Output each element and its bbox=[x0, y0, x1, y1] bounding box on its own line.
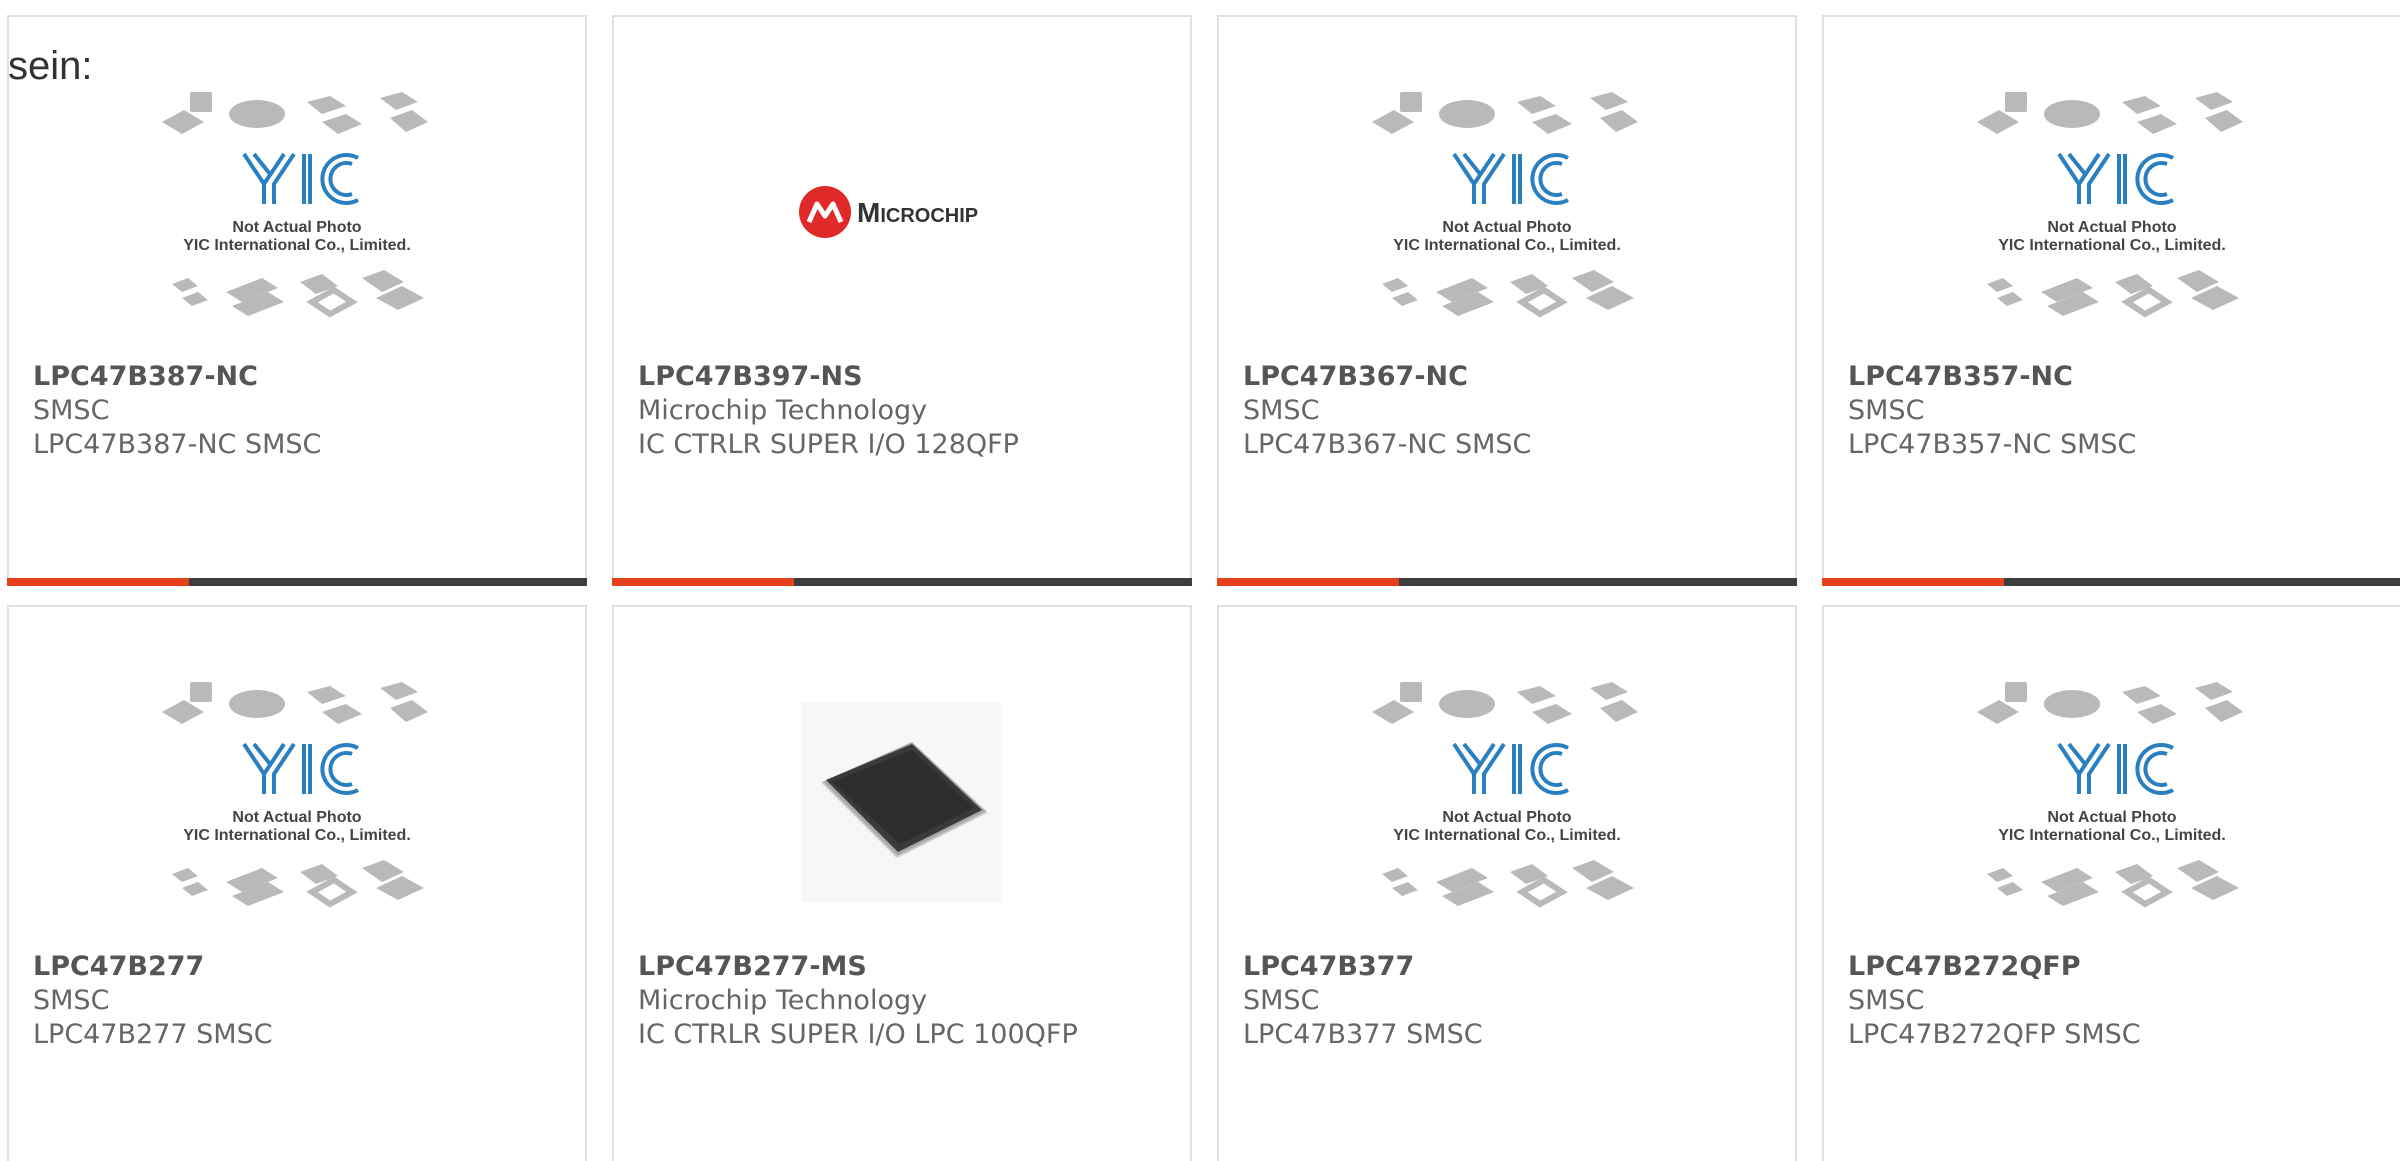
svg-text:YIC International Co., Limited: YIC International Co., Limited. bbox=[1393, 827, 1621, 844]
description: LPC47B272QFP SMSC bbox=[1848, 1019, 2141, 1050]
product-card[interactable]: Not Actual Photo YIC International Co., … bbox=[1822, 605, 2400, 1161]
svg-text:Not Actual Photo: Not Actual Photo bbox=[1442, 809, 1571, 826]
section-heading: sein: bbox=[8, 44, 93, 88]
not-actual-photo-placeholder-icon: Not Actual Photo YIC International Co., … bbox=[1372, 92, 1638, 318]
description: LPC47B377 SMSC bbox=[1243, 1019, 1483, 1050]
product-card[interactable]: Not Actual Photo YIC International Co., … bbox=[7, 605, 587, 1161]
part-number[interactable]: LPC47B277 bbox=[33, 950, 565, 984]
svg-text:Not Actual Photo: Not Actual Photo bbox=[232, 809, 361, 826]
not-actual-photo-placeholder-icon: Not Actual Photo YIC International Co., … bbox=[1372, 682, 1638, 908]
part-number[interactable]: LPC47B272QFP bbox=[1848, 950, 2380, 984]
part-number[interactable]: LPC47B357-NC bbox=[1848, 360, 2380, 394]
product-image[interactable]: Not Actual Photo YIC International Co., … bbox=[1824, 57, 2400, 367]
svg-text:YIC International Co., Limited: YIC International Co., Limited. bbox=[1998, 827, 2226, 844]
product-card[interactable]: LPC47B277-MS Microchip Technology IC CTR… bbox=[612, 605, 1192, 1161]
microchip-logo-icon: Microchip bbox=[799, 186, 978, 238]
product-card[interactable]: Not Actual Photo YIC International Co., … bbox=[1217, 15, 1797, 586]
manufacturer: SMSC bbox=[33, 985, 110, 1016]
svg-text:Not Actual Photo: Not Actual Photo bbox=[232, 219, 361, 236]
product-image[interactable] bbox=[614, 647, 1190, 957]
svg-text:Microchip: Microchip bbox=[857, 197, 978, 228]
card-bottom-bar bbox=[1822, 578, 2400, 586]
qfp-chip-photo-icon bbox=[802, 702, 1002, 902]
description: IC CTRLR SUPER I/O 128QFP bbox=[638, 429, 1019, 460]
description: LPC47B387-NC SMSC bbox=[33, 429, 322, 460]
product-image[interactable]: Microchip bbox=[614, 57, 1190, 367]
product-image[interactable]: Not Actual Photo YIC International Co., … bbox=[9, 57, 585, 367]
product-card[interactable]: Not Actual Photo YIC International Co., … bbox=[1822, 15, 2400, 586]
svg-text:YIC International Co., Limited: YIC International Co., Limited. bbox=[183, 237, 411, 254]
description: LPC47B357-NC SMSC bbox=[1848, 429, 2137, 460]
not-actual-photo-placeholder-icon: Not Actual Photo YIC International Co., … bbox=[1977, 682, 2243, 908]
product-image[interactable]: Not Actual Photo YIC International Co., … bbox=[9, 647, 585, 957]
product-image[interactable]: Not Actual Photo YIC International Co., … bbox=[1219, 647, 1795, 957]
description: LPC47B277 SMSC bbox=[33, 1019, 273, 1050]
manufacturer: SMSC bbox=[33, 395, 110, 426]
svg-text:Not Actual Photo: Not Actual Photo bbox=[2047, 219, 2176, 236]
svg-text:YIC International Co., Limited: YIC International Co., Limited. bbox=[1998, 237, 2226, 254]
manufacturer: SMSC bbox=[1243, 395, 1320, 426]
svg-text:Not Actual Photo: Not Actual Photo bbox=[1442, 219, 1571, 236]
part-number[interactable]: LPC47B387-NC bbox=[33, 360, 565, 394]
manufacturer: SMSC bbox=[1848, 395, 1925, 426]
svg-text:Not Actual Photo: Not Actual Photo bbox=[2047, 809, 2176, 826]
manufacturer: SMSC bbox=[1848, 985, 1925, 1016]
product-card[interactable]: Not Actual Photo YIC International Co., … bbox=[1217, 605, 1797, 1161]
manufacturer: SMSC bbox=[1243, 985, 1320, 1016]
description: IC CTRLR SUPER I/O LPC 100QFP bbox=[638, 1019, 1078, 1050]
card-bottom-bar bbox=[7, 578, 587, 586]
manufacturer: Microchip Technology bbox=[638, 395, 928, 426]
not-actual-photo-placeholder-icon: Not Actual Photo YIC International Co., … bbox=[1977, 92, 2243, 318]
product-grid: Not Actual Photo YIC International Co., … bbox=[7, 15, 2400, 1161]
product-image[interactable]: Not Actual Photo YIC International Co., … bbox=[1219, 57, 1795, 367]
svg-text:YIC International Co., Limited: YIC International Co., Limited. bbox=[183, 827, 411, 844]
product-image[interactable]: Not Actual Photo YIC International Co., … bbox=[1824, 647, 2400, 957]
card-bottom-bar bbox=[612, 578, 1192, 586]
part-number[interactable]: LPC47B377 bbox=[1243, 950, 1775, 984]
part-number[interactable]: LPC47B367-NC bbox=[1243, 360, 1775, 394]
manufacturer: Microchip Technology bbox=[638, 985, 928, 1016]
product-card[interactable]: Not Actual Photo YIC International Co., … bbox=[7, 15, 587, 586]
part-number[interactable]: LPC47B397-NS bbox=[638, 360, 1170, 394]
not-actual-photo-placeholder-icon: Not Actual Photo YIC International Co., … bbox=[162, 682, 428, 908]
product-card[interactable]: Microchip LPC47B397-NS Microchip Technol… bbox=[612, 15, 1192, 586]
svg-text:YIC International Co., Limited: YIC International Co., Limited. bbox=[1393, 237, 1621, 254]
not-actual-photo-placeholder-icon: Not Actual Photo YIC International Co., … bbox=[162, 92, 428, 318]
card-bottom-bar bbox=[1217, 578, 1797, 586]
description: LPC47B367-NC SMSC bbox=[1243, 429, 1532, 460]
part-number[interactable]: LPC47B277-MS bbox=[638, 950, 1170, 984]
